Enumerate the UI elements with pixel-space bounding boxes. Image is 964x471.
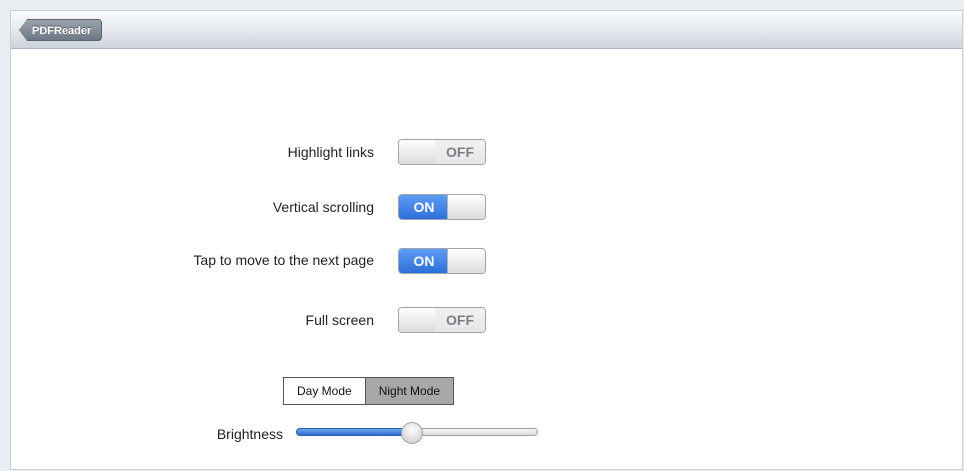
highlight-links-label: Highlight links [287,144,374,160]
brightness-label: Brightness [216,426,283,442]
brightness-slider[interactable] [296,422,538,444]
navigation-bar: PDFReader [11,11,962,49]
tap-next-page-switch[interactable]: ON [398,248,486,274]
switch-knob [399,140,437,164]
settings-window: PDFReader Highlight links OFF Vertical s… [10,10,963,470]
tap-next-page-label: Tap to move to the next page [193,252,374,268]
switch-state: OFF [435,308,485,332]
switch-knob [399,308,437,332]
full-screen-switch[interactable]: OFF [398,307,486,333]
switch-state: ON [399,195,449,219]
night-mode-segment[interactable]: Night Mode [365,378,454,404]
mode-segmented-control: Day Mode Night Mode [283,377,455,405]
back-button[interactable]: PDFReader [19,19,103,41]
vertical-scrolling-label: Vertical scrolling [272,199,374,215]
switch-state: ON [399,249,449,273]
switch-knob [447,195,485,219]
switch-state: OFF [435,140,485,164]
vertical-scrolling-switch[interactable]: ON [398,194,486,220]
day-mode-segment[interactable]: Day Mode [284,378,366,404]
slider-fill [296,428,412,436]
switch-knob [447,249,485,273]
highlight-links-switch[interactable]: OFF [398,139,486,165]
full-screen-label: Full screen [305,312,374,328]
slider-thumb[interactable] [401,422,423,444]
